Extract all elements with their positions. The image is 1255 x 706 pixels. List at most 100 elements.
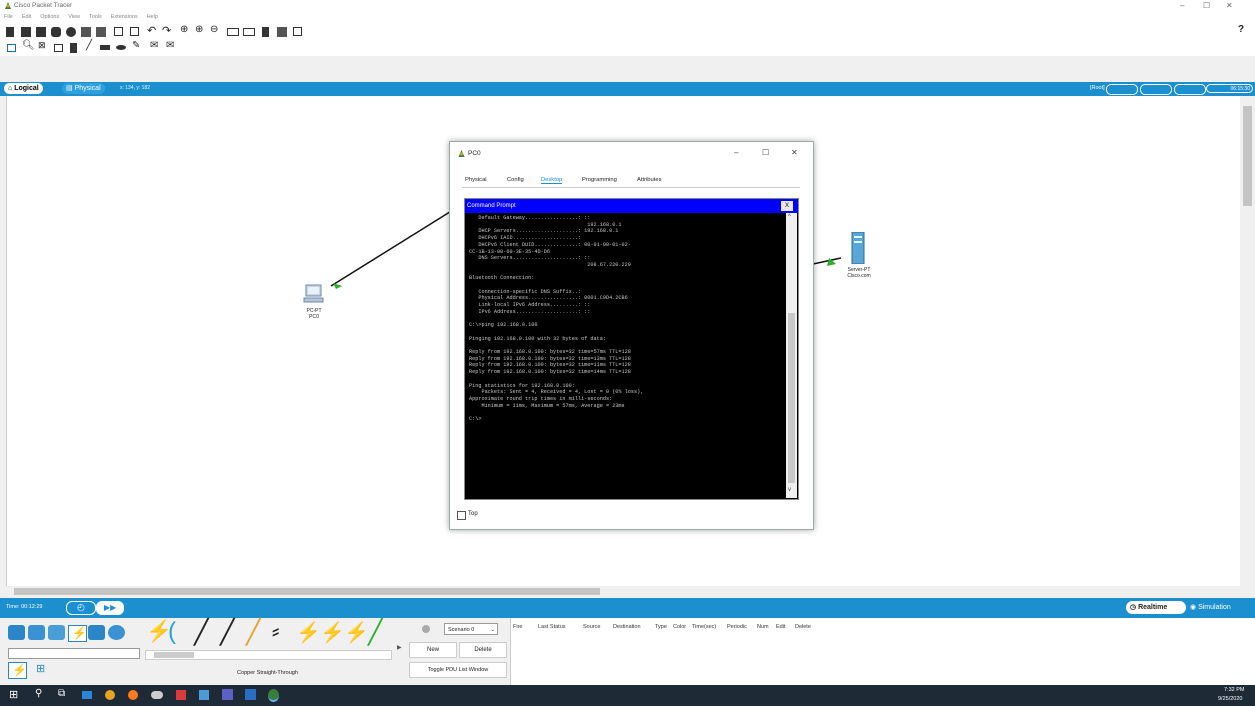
network-information-icon[interactable]: [81, 27, 91, 37]
move-object-button[interactable]: [1174, 84, 1206, 95]
undo-icon[interactable]: ↶: [147, 24, 156, 37]
connections-icon[interactable]: ⚡: [68, 625, 87, 642]
ipc-icon[interactable]: [277, 27, 287, 37]
menu-view[interactable]: View: [68, 14, 80, 20]
add-complex-pdu-icon[interactable]: ✉: [166, 40, 174, 51]
console-cable-icon[interactable]: (: [168, 618, 176, 646]
inspect-icon[interactable]: 🔍︎: [22, 40, 35, 51]
root-path[interactable]: [Root]: [1090, 85, 1105, 91]
network-app-icon[interactable]: [199, 690, 209, 700]
connection-scrollbar[interactable]: [145, 650, 392, 660]
add-simple-pdu-icon[interactable]: ✉: [150, 40, 158, 51]
collapse-arrow-icon[interactable]: ▶: [397, 644, 402, 651]
fiber-cable-icon[interactable]: ╱: [246, 618, 260, 647]
dialog-maximize-button[interactable]: ☐: [762, 148, 769, 157]
network-devices-icon[interactable]: [8, 625, 25, 640]
connection-category-icon[interactable]: ⚡: [8, 662, 27, 679]
firefox-icon[interactable]: [128, 690, 138, 700]
close-button[interactable]: ✕: [1226, 1, 1233, 10]
top-checkbox[interactable]: [457, 511, 466, 520]
cmd-scrollbar[interactable]: ^ v: [786, 213, 797, 498]
miscellaneous-icon[interactable]: [88, 625, 105, 640]
activity-wizard-icon[interactable]: [66, 27, 76, 37]
horizontal-scroll-thumb[interactable]: [14, 588, 600, 595]
cloud-app-icon[interactable]: [151, 691, 163, 699]
canvas-horizontal-scrollbar[interactable]: [6, 586, 1240, 597]
file-explorer-icon[interactable]: [82, 691, 92, 699]
open-folder-icon[interactable]: [21, 27, 31, 37]
chrome-icon[interactable]: [105, 690, 115, 700]
zoom-out-icon[interactable]: ⊖: [210, 24, 218, 35]
server-device-icon[interactable]: [850, 231, 866, 265]
end-devices-icon[interactable]: [28, 625, 45, 640]
power-cycle-button[interactable]: ◴: [66, 601, 96, 615]
resize-shape-icon[interactable]: [54, 44, 63, 52]
screenshot-icon[interactable]: [293, 27, 302, 36]
search-icon[interactable]: ⚲: [35, 688, 42, 699]
tab-programming[interactable]: Programming: [582, 177, 617, 183]
custom-device-icon[interactable]: [96, 27, 106, 37]
serial-dte-icon[interactable]: ⚡: [344, 620, 369, 645]
components-icon[interactable]: [48, 625, 65, 640]
delete-scenario-button[interactable]: Delete: [459, 642, 507, 658]
minimize-button[interactable]: –: [1180, 1, 1184, 10]
menu-help[interactable]: Help: [147, 14, 158, 20]
tab-logical[interactable]: ⌂ Logical: [4, 83, 43, 94]
dialog-close-button[interactable]: ✕: [791, 148, 798, 157]
phone-cable-icon[interactable]: ⸗: [272, 618, 279, 644]
tab-physical[interactable]: ▤ Physical: [62, 83, 105, 94]
select-tool-icon[interactable]: [7, 44, 16, 52]
canvas-vertical-scrollbar[interactable]: [1240, 96, 1255, 586]
teams-icon[interactable]: [222, 689, 233, 700]
coaxial-cable-icon[interactable]: ⚡: [296, 620, 321, 645]
octal-cable-icon[interactable]: ╱: [368, 618, 382, 647]
word-icon[interactable]: [245, 689, 256, 700]
device-search-field[interactable]: [8, 648, 140, 659]
copy-icon[interactable]: [114, 27, 123, 36]
new-cluster-button[interactable]: [1140, 84, 1172, 95]
scroll-down-icon[interactable]: v: [788, 487, 791, 493]
tab-config[interactable]: Config: [507, 177, 524, 183]
connection-scroll-thumb[interactable]: [154, 652, 194, 658]
tab-desktop[interactable]: Desktop: [541, 177, 563, 184]
menu-tools[interactable]: Tools: [89, 14, 102, 20]
simulation-mode-button[interactable]: ◉ Simulation: [1188, 601, 1254, 614]
media-app-icon[interactable]: [176, 690, 186, 700]
pc-device-icon[interactable]: [303, 284, 325, 304]
maximize-button[interactable]: ☐: [1203, 1, 1210, 10]
help-icon[interactable]: ?: [1238, 24, 1244, 35]
new-scenario-button[interactable]: New: [409, 642, 457, 658]
command-prompt-output[interactable]: Default Gateway.................: :: 192…: [469, 215, 779, 497]
menu-extensions[interactable]: Extensions: [111, 14, 138, 20]
wireless-category-icon[interactable]: ⊞: [36, 662, 45, 675]
paste-icon[interactable]: [130, 27, 139, 36]
freeform-icon[interactable]: ✎: [132, 40, 140, 51]
place-note-icon[interactable]: [70, 43, 77, 53]
draw-rectangle-icon[interactable]: [100, 45, 110, 50]
multiuser-icon[interactable]: [108, 625, 125, 640]
print-icon[interactable]: [51, 27, 61, 37]
toggle-pdu-list-button[interactable]: Toggle PDU List Window: [409, 662, 507, 678]
vertical-scroll-thumb[interactable]: [1243, 106, 1252, 206]
task-view-icon[interactable]: ⧉: [58, 688, 65, 699]
serial-dce-icon[interactable]: ⚡: [320, 620, 345, 645]
fast-forward-button[interactable]: ▶▶: [96, 601, 124, 615]
zoom-reset-icon[interactable]: ⊕: [195, 24, 203, 35]
realtime-mode-button[interactable]: ◷ Realtime: [1126, 601, 1186, 614]
copper-straight-through-icon[interactable]: ╱: [194, 618, 208, 647]
menu-file[interactable]: File: [4, 14, 13, 20]
copper-cross-over-icon[interactable]: ╱: [220, 618, 234, 647]
redo-icon[interactable]: ↷: [162, 24, 171, 37]
save-icon[interactable]: [36, 27, 46, 37]
menu-options[interactable]: Options: [40, 14, 59, 20]
pdu-icon[interactable]: [262, 27, 269, 37]
zoom-in-icon[interactable]: ⊕: [180, 24, 188, 35]
tab-physical-device[interactable]: Physical: [465, 177, 487, 183]
command-prompt-close-button[interactable]: X: [781, 201, 793, 211]
cmd-scroll-thumb[interactable]: [788, 313, 795, 483]
menu-edit[interactable]: Edit: [22, 14, 31, 20]
new-file-icon[interactable]: [6, 27, 14, 37]
tab-attributes[interactable]: Attributes: [637, 177, 662, 183]
drawing-palette-icon[interactable]: [227, 28, 239, 36]
delete-tool-icon[interactable]: ⊠: [38, 40, 46, 51]
